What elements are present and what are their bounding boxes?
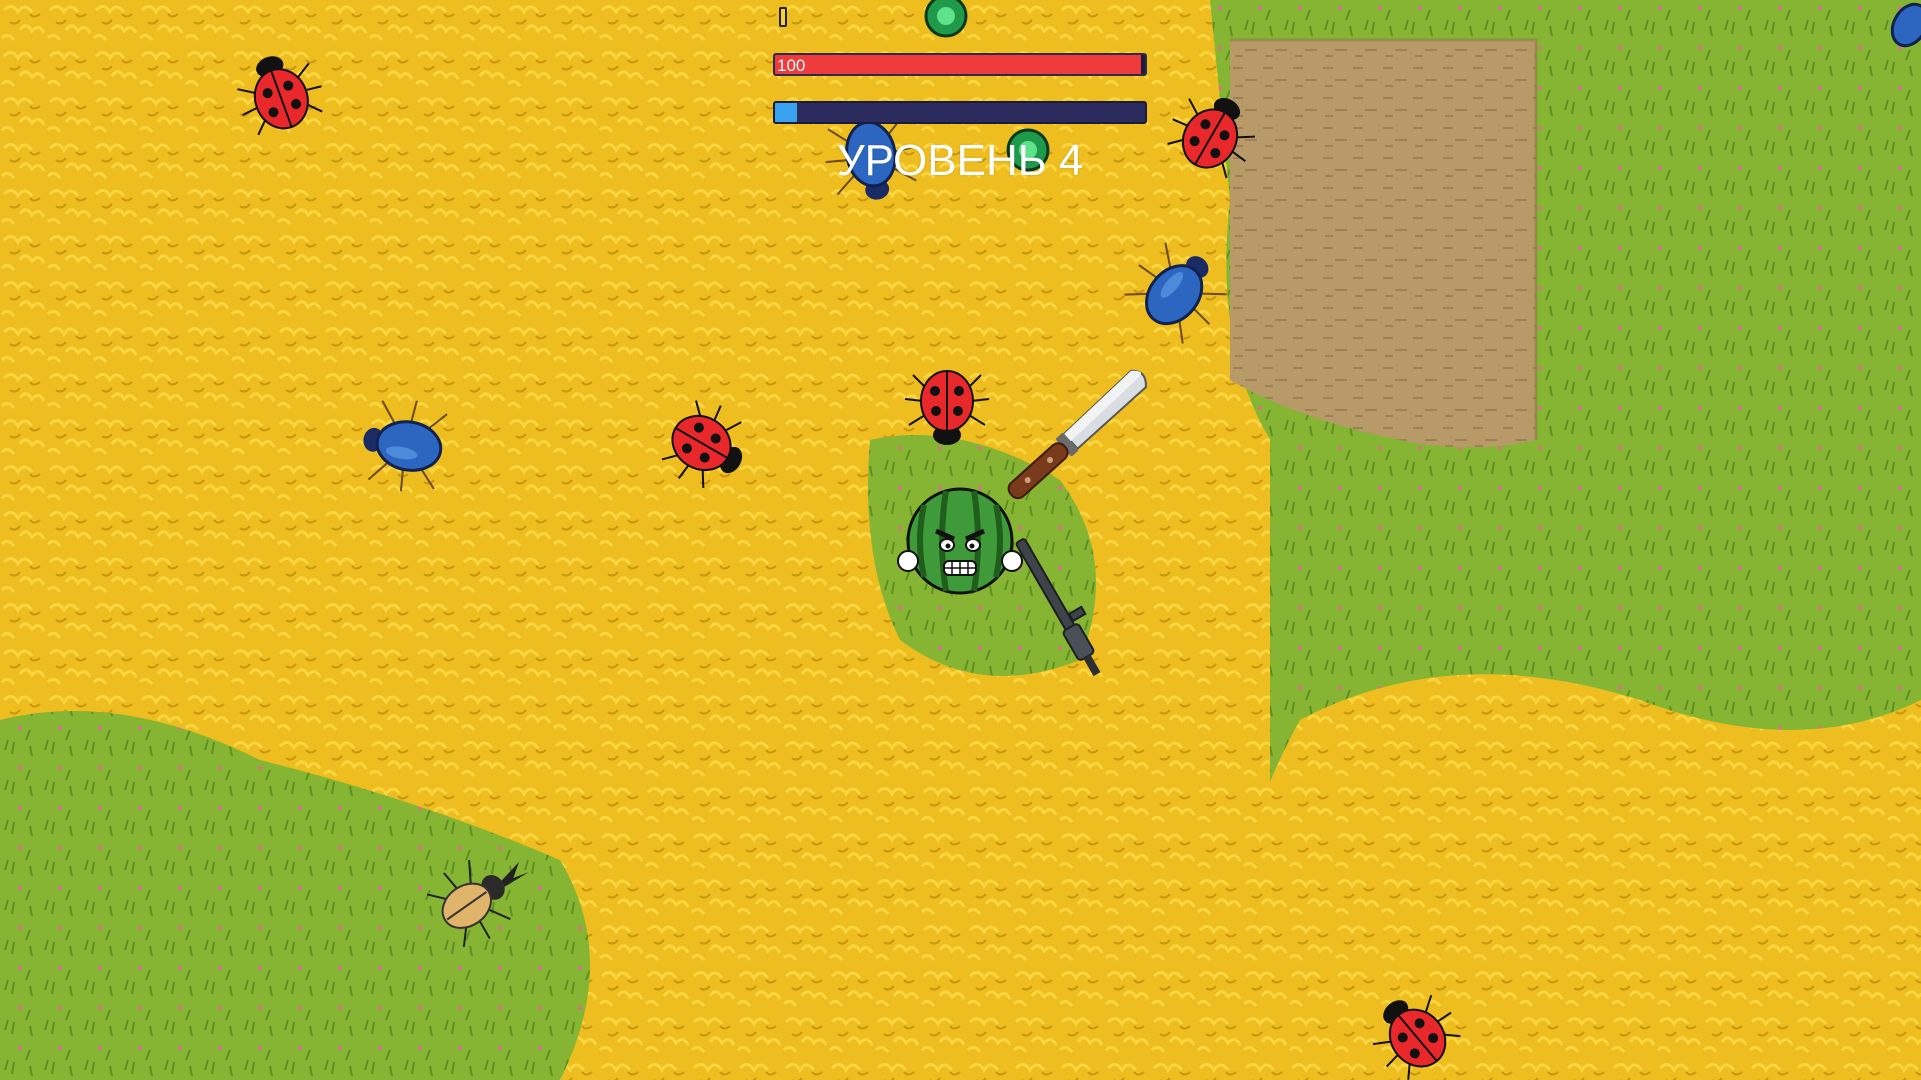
health-bar-fill [775,55,1142,74]
flower-field-lower-right [1233,674,1921,1080]
green-xp-gem [924,0,968,38]
level-label: УРОВЕНЬ 4 [836,136,1084,185]
health-value: 100 [777,56,806,75]
experience-bar [773,101,1147,124]
experience-bar-fill [775,103,798,122]
dirt-patch [1230,40,1536,448]
ammo-icon [779,7,787,27]
health-bar: 100 [773,53,1147,76]
